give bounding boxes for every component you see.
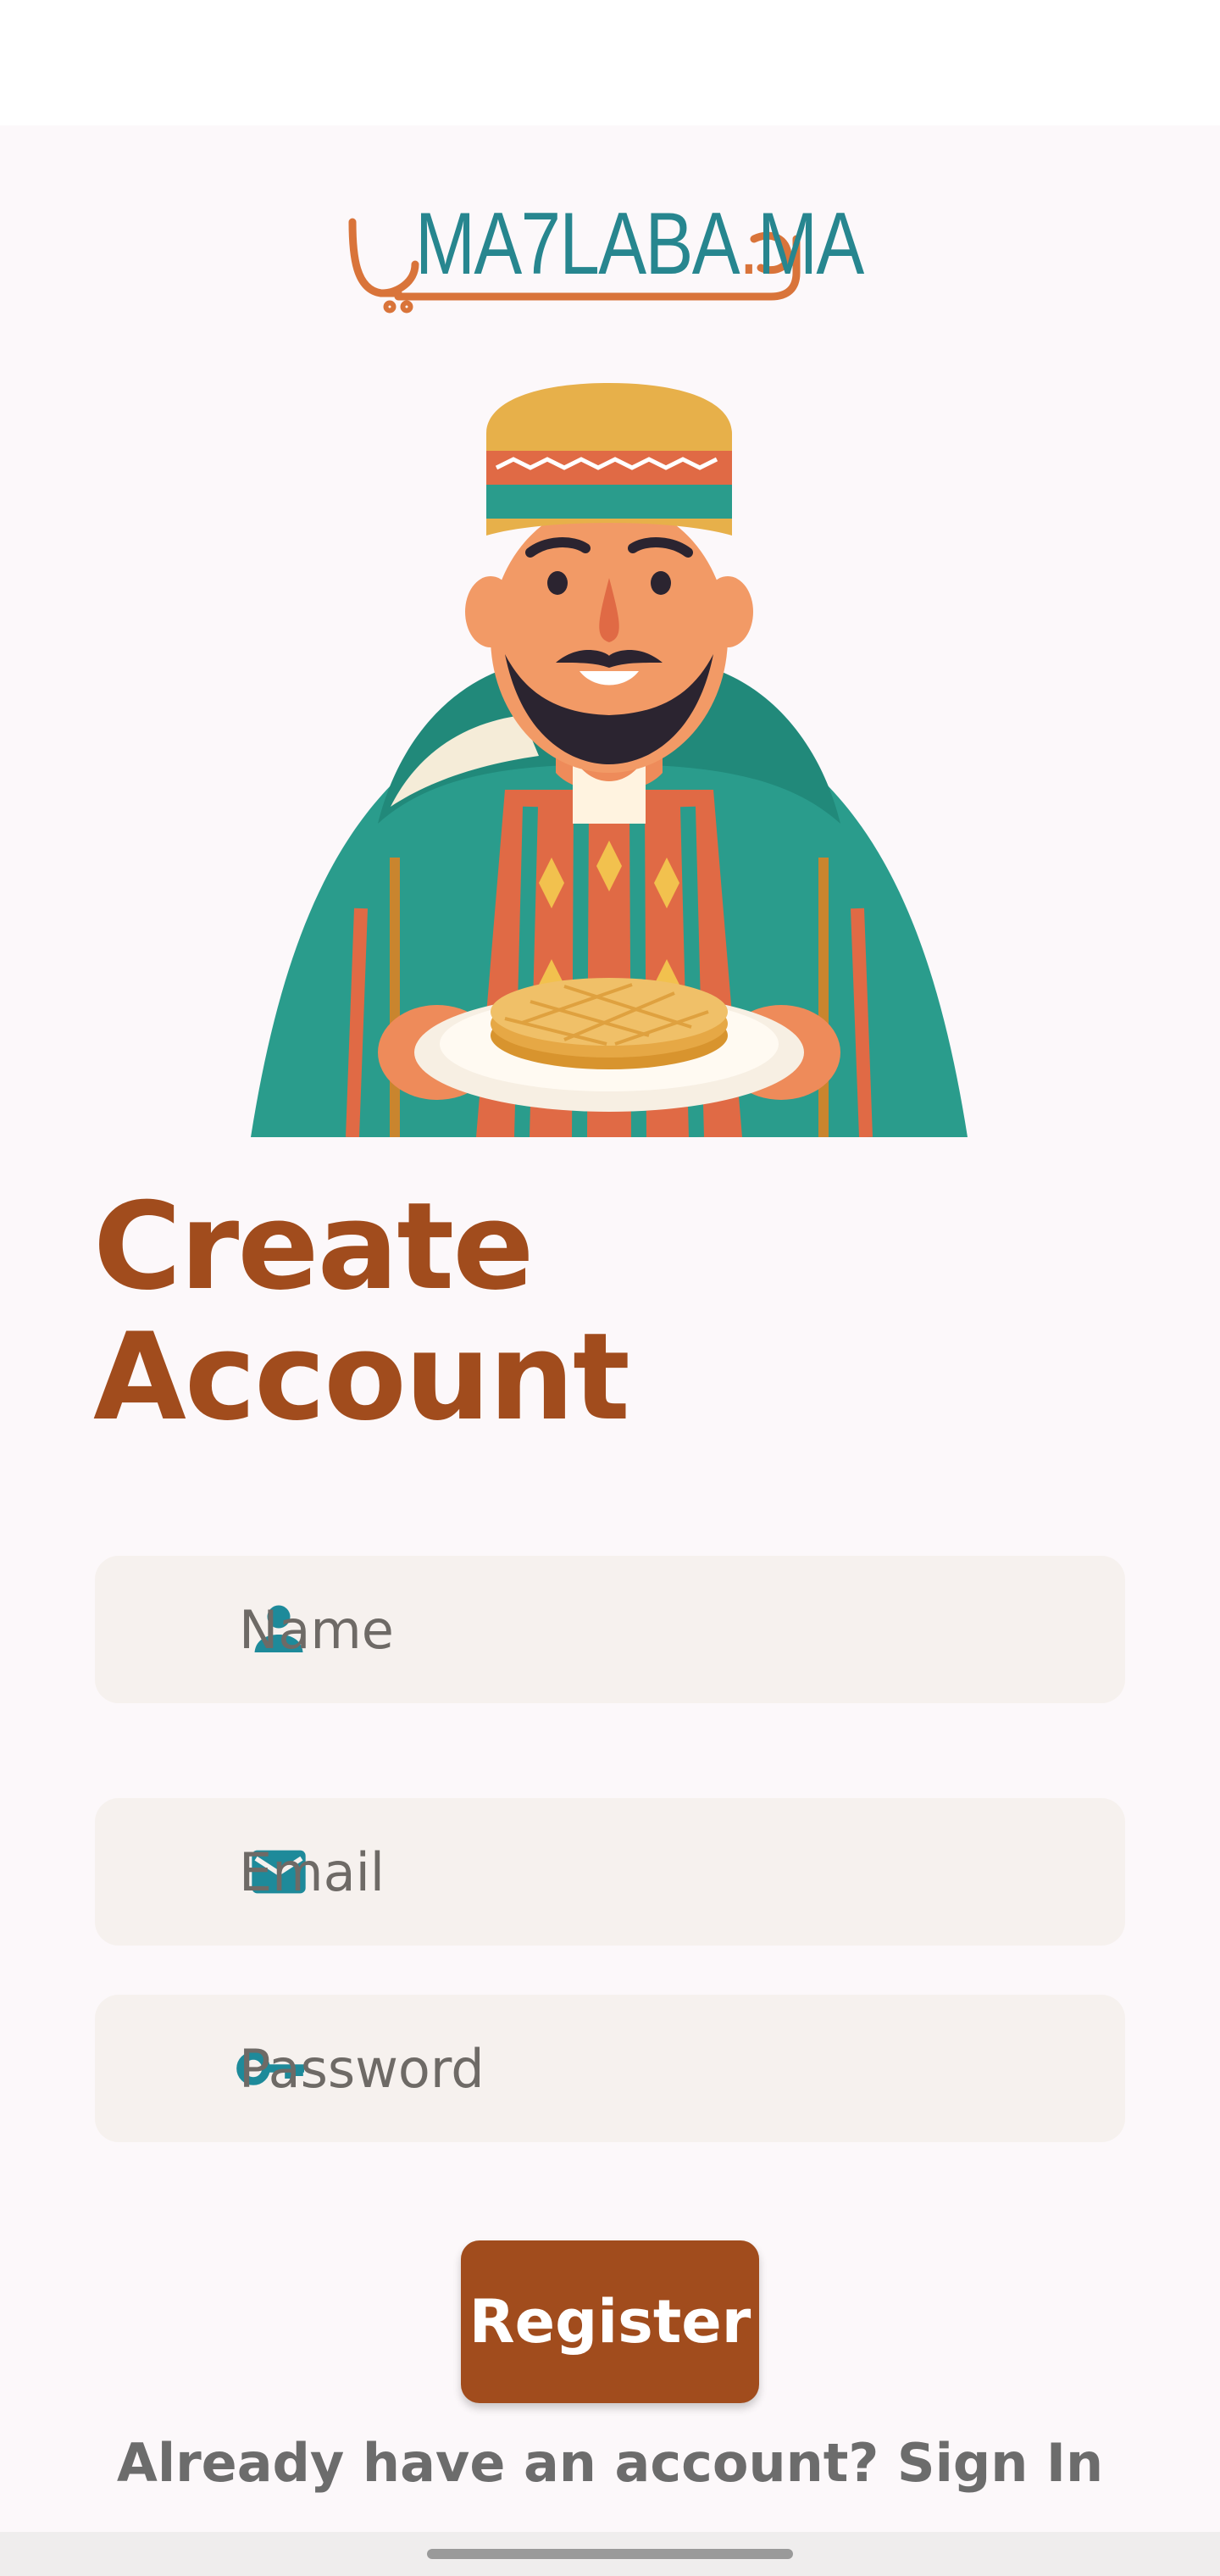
title-line-2: Account xyxy=(93,1307,630,1447)
register-button[interactable]: Register xyxy=(461,2240,759,2403)
app-logo: MA7LABA.MA xyxy=(347,188,864,315)
email-field[interactable] xyxy=(95,1798,1125,1946)
password-field[interactable] xyxy=(95,1995,1125,2142)
password-input[interactable] xyxy=(239,1995,1086,2142)
title-line-1: Create xyxy=(93,1177,535,1317)
moroccan-man-illustration xyxy=(251,383,968,1138)
logo-text: MA7LABA.MA xyxy=(415,195,864,293)
navigation-bar xyxy=(0,2532,1220,2576)
signin-prompt: Already have an account? Sign In xyxy=(0,2432,1220,2494)
page-title: Create Account xyxy=(93,1177,630,1447)
name-field[interactable] xyxy=(95,1556,1125,1703)
name-input[interactable] xyxy=(239,1556,1086,1703)
signin-link[interactable]: Sign In xyxy=(897,2432,1103,2494)
status-bar xyxy=(0,0,1220,125)
home-gesture-handle[interactable] xyxy=(427,2549,793,2559)
signin-text: Already have an account? xyxy=(116,2432,897,2494)
email-input[interactable] xyxy=(239,1798,1086,1946)
